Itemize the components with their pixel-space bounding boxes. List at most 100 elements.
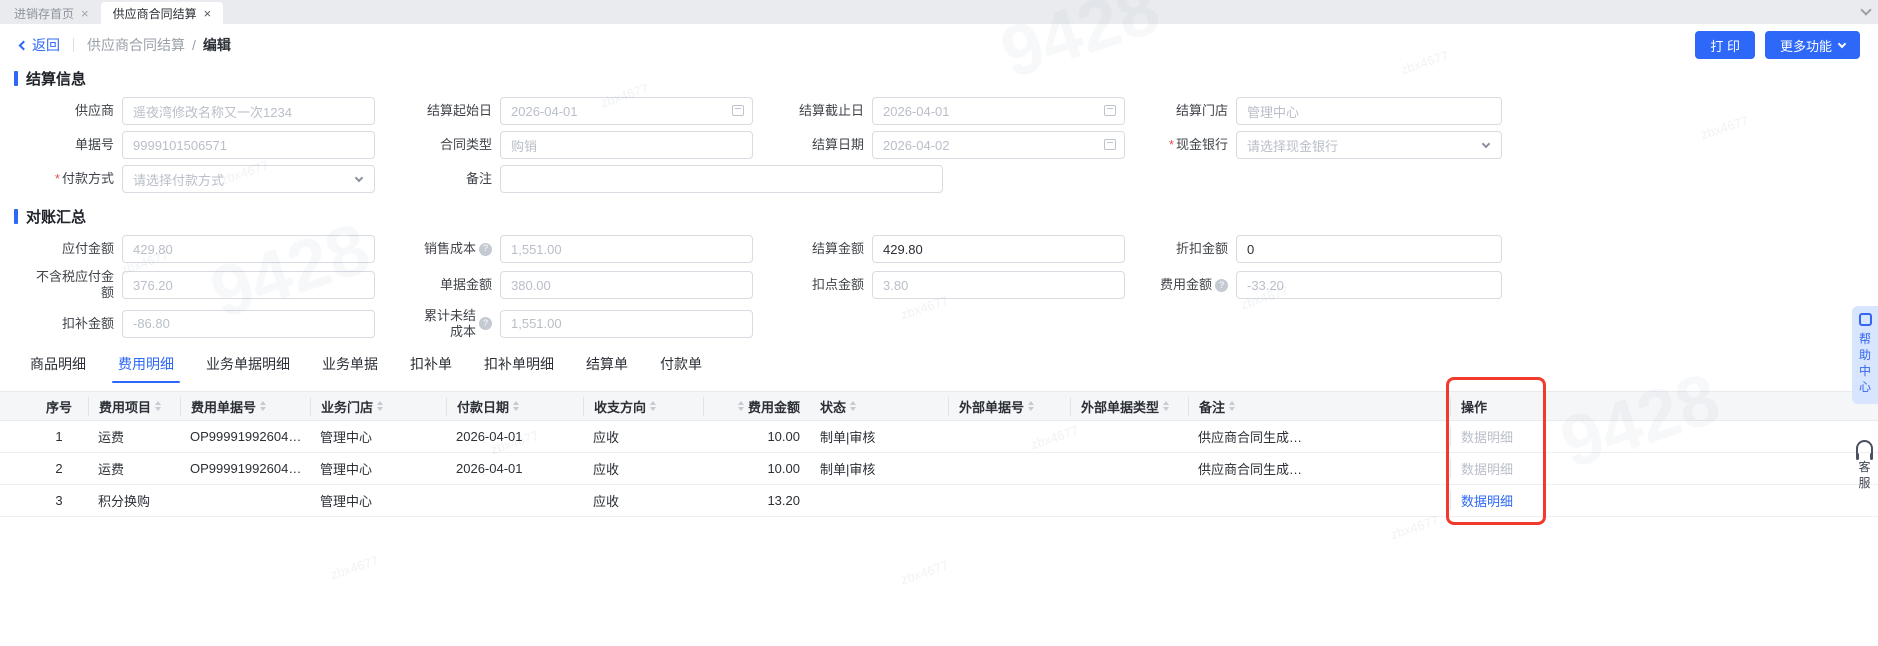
payable-excl-tax-input[interactable] [122,271,375,300]
window-tab-bar: 进销存首页 × 供应商合同结算 × [0,0,1878,24]
tab-goods-detail[interactable]: 商品明细 [30,354,86,383]
payable-input[interactable] [122,235,375,263]
sort-icon[interactable] [1163,401,1170,411]
col-business-store[interactable]: 业务门店 [310,396,446,416]
sort-icon[interactable] [1229,401,1236,411]
sort-icon[interactable] [850,401,857,411]
doc-no-field [122,131,375,159]
supplier-input[interactable] [122,97,375,125]
back-button[interactable]: 返回 [18,35,60,55]
tab-supplier-contract-settlement[interactable]: 供应商合同结算 × [100,2,224,24]
headset-icon [1856,440,1873,460]
tab-business-doc[interactable]: 业务单据 [322,354,378,383]
breadcrumb-current: 编辑 [202,37,231,53]
sales-cost-field [500,235,753,263]
help-center-tab[interactable]: 帮助中心 [1852,306,1878,404]
seq-cell: 2 [55,461,63,476]
deduct-point-label: 扣点金额 [811,277,864,293]
remark-cell: 供应商合同生成… [1198,430,1303,445]
tab-fee-detail[interactable]: 费用明细 [112,354,180,383]
deduct-point-input[interactable] [872,271,1125,300]
tab-deduction-doc[interactable]: 扣补单 [410,354,452,383]
unsettled-cost-input[interactable] [500,309,753,338]
fee-item-cell: 运费 [98,430,125,445]
action-cell: 数据明细 [1450,459,1543,478]
pay-date-cell: 2026-04-01 [456,429,523,444]
sort-icon[interactable] [260,401,267,411]
fee-doc-no-cell: OP99991992604… [190,461,302,476]
settle-amount-input[interactable] [872,235,1125,263]
sort-icon[interactable] [155,401,162,411]
watermark-text: zbx4677 [1388,512,1441,543]
tab-label: 进销存首页 [14,6,75,21]
data-detail-link[interactable]: 数据明细 [1461,459,1513,478]
doc-no-input[interactable] [122,131,375,159]
supplier-settlement-page: 进销存首页 × 供应商合同结算 × 返回 供应商合同结算 / 编辑 打 印 更多… [0,0,1878,646]
contract-type-input[interactable] [500,131,753,159]
col-status[interactable]: 状态 [810,397,948,416]
print-button[interactable]: 打 印 [1695,31,1755,59]
col-ext-doc-no[interactable]: 外部单据号 [948,396,1070,416]
doc-amount-label: 单据金额 [439,277,492,293]
doc-amount-input[interactable] [500,271,753,300]
adjust-amount-input[interactable] [122,309,375,338]
settle-date-input[interactable] [872,131,1125,159]
end-date-input[interactable] [872,97,1125,125]
store-input[interactable] [1236,97,1502,125]
close-icon[interactable]: × [204,7,212,20]
col-pay-date[interactable]: 付款日期 [446,396,583,416]
fee-amount-input[interactable] [1236,271,1502,300]
more-functions-button[interactable]: 更多功能 [1764,31,1860,59]
section-title-reconciliation-summary: 对账汇总 [14,206,1878,227]
col-remark[interactable]: 备注 [1188,396,1338,416]
chevron-down-icon [1837,39,1847,48]
col-ext-doc-type[interactable]: 外部单据类型 [1070,396,1188,416]
payable-label: 应付金额 [61,240,114,256]
col-fee-doc-no[interactable]: 费用单据号 [180,396,310,416]
cash-bank-select[interactable]: 请选择现金银行 [1236,131,1502,159]
col-direction[interactable]: 收支方向 [583,396,703,416]
store-cell: 管理中心 [320,494,373,509]
sort-icon[interactable] [377,401,384,411]
sort-icon[interactable] [737,401,744,411]
chevron-down-icon [1481,139,1491,149]
calendar-icon[interactable] [732,105,744,116]
end-date-label: 结算截止日 [798,102,864,118]
col-fee-item[interactable]: 费用项目 [88,396,180,416]
start-date-input[interactable] [500,97,753,125]
end-date-field [872,97,1125,125]
question-icon[interactable] [479,242,492,256]
chevron-down-icon[interactable] [1860,4,1872,16]
tab-inventory-home[interactable]: 进销存首页 × [2,2,101,24]
remark-input[interactable] [500,165,943,193]
question-icon[interactable] [1215,278,1228,292]
section-title-settlement-info: 结算信息 [14,68,1878,89]
calendar-icon[interactable] [1104,105,1116,116]
adjust-amount-label: 扣补金额 [61,315,114,331]
sort-icon[interactable] [513,401,520,411]
chevron-left-icon [18,40,29,50]
data-detail-link[interactable]: 数据明细 [1461,491,1513,510]
customer-service-widget[interactable]: 客服 [1852,440,1877,491]
pay-method-select[interactable]: 请选择付款方式 [122,165,375,193]
discount-input[interactable] [1236,235,1502,263]
required-asterisk [1169,137,1176,153]
payable-excl-tax-label: 不含税应付金额 [35,269,114,301]
sort-icon[interactable] [1028,401,1035,411]
data-detail-link[interactable]: 数据明细 [1461,427,1513,446]
close-icon[interactable]: × [81,7,89,20]
sort-icon[interactable] [650,401,657,411]
tab-payment-doc[interactable]: 付款单 [660,354,702,383]
tab-settlement-doc[interactable]: 结算单 [586,354,628,383]
fee-amount-cell: 13.20 [767,493,800,508]
sales-cost-input[interactable] [500,235,753,263]
fee-item-cell: 运费 [98,462,125,477]
col-fee-amount[interactable]: 费用金额 [703,396,810,416]
store-field [1236,97,1502,125]
tab-deduction-doc-detail[interactable]: 扣补单明细 [484,354,554,383]
tab-business-doc-detail[interactable]: 业务单据明细 [206,354,290,383]
section-marker [14,71,18,86]
breadcrumb-parent[interactable]: 供应商合同结算 [87,35,185,55]
calendar-icon[interactable] [1104,139,1116,150]
question-icon[interactable] [479,317,492,331]
